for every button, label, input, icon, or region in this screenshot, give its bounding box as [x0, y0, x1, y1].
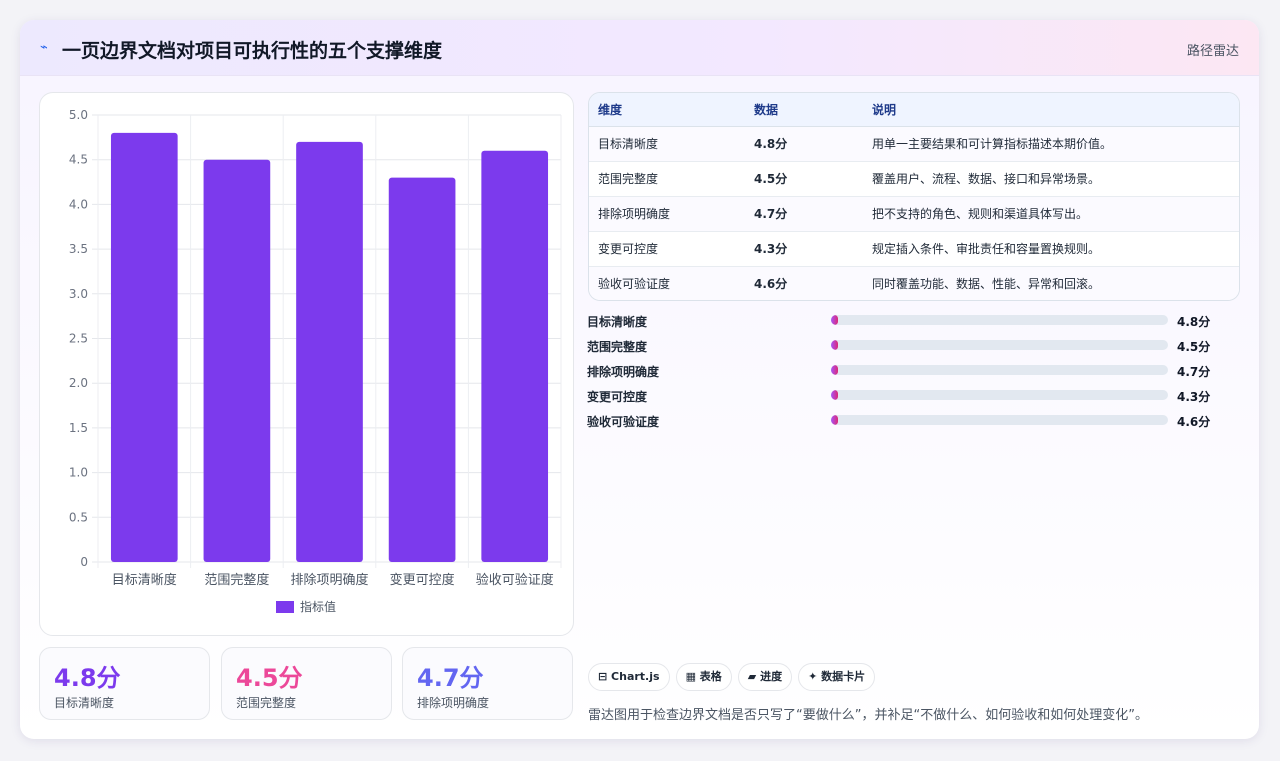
column-header: 维度 [589, 93, 745, 127]
bar [481, 150, 549, 562]
table-cell: 范围完整度 [589, 161, 745, 197]
table-row: 范围完整度 4.5分 覆盖用户、流程、数据、接口和异常场景。 [589, 161, 1239, 197]
progress-track [831, 390, 1168, 400]
table-cell: 规定插入条件、审批责任和容量置换规则。 [863, 231, 1239, 267]
x-tick-label: 目标清晰度 [112, 572, 177, 588]
x-tick-label: 排除项明确度 [290, 572, 368, 588]
progress-label: 验收可验证度 [587, 415, 660, 429]
table-cell: 同时覆盖功能、数据、性能、异常和回滚。 [863, 266, 1239, 300]
table-cell: 验收可验证度 [589, 266, 745, 300]
metric-value: 4.5分 [236, 664, 303, 692]
progress-row: 变更可控度 4.3分 [587, 387, 1247, 412]
progress-label: 范围完整度 [587, 340, 648, 354]
page-title: 一页边界文档对项目可执行性的五个支撑维度 [62, 40, 443, 62]
metric-label: 范围完整度 [236, 696, 297, 710]
column-header: 说明 [863, 93, 1239, 127]
chip-progress[interactable]: ▰ 进度 [737, 663, 793, 691]
chip-chartjs[interactable]: ⊟ Chart.js [588, 663, 670, 691]
footnote: 雷达图用于检查边界文档是否只写了“要做什么”，并补足“不做什么、如何验收和如何处… [588, 708, 1148, 723]
progress-track [831, 415, 1168, 425]
metric-value: 4.7分 [417, 664, 484, 692]
table-cell: 变更可控度 [589, 231, 745, 267]
table-row: 排除项明确度 4.7分 把不支持的角色、规则和渠道具体写出。 [589, 196, 1239, 232]
progress-fill [831, 365, 838, 375]
table-cell: 把不支持的角色、规则和渠道具体写出。 [863, 196, 1239, 232]
bar-chart-panel: 0 0.5 1.0 1.5 2.0 2.5 3.0 3.5 4.0 4.5 5.0 目标清晰度 范围完整… [39, 92, 574, 636]
progress-list: 目标清晰度 4.8分 范围完整度 4.5分 排除项明确度 4.7分 变更可控度 … [587, 312, 1247, 437]
progress-fill [831, 315, 838, 325]
bar-chart: 0 0.5 1.0 1.5 2.0 2.5 3.0 3.5 4.0 4.5 5.0 目标清晰度 范围完整… [69, 108, 562, 614]
progress-value: 4.5分 [1177, 340, 1211, 354]
header-bar: ⌁ 一页边界文档对项目可执行性的五个支撑维度 路径雷达 [20, 20, 1259, 76]
y-tick-label: 5.0 [69, 108, 88, 122]
table-cell: 4.6分 [745, 266, 863, 300]
table-cell: 目标清晰度 [589, 126, 745, 162]
y-tick-label: 1.5 [69, 421, 88, 435]
metric-label: 目标清晰度 [54, 696, 115, 710]
metric-value: 4.8分 [54, 664, 121, 692]
progress-value: 4.7分 [1177, 365, 1211, 379]
progress-track [831, 315, 1168, 325]
y-tick-label: 4.0 [69, 197, 88, 211]
table-cell: 4.8分 [745, 126, 863, 162]
bar [203, 159, 271, 562]
table-header-row: 维度 数据 说明 [589, 93, 1239, 127]
progress-label: 排除项明确度 [587, 365, 660, 379]
bar [388, 177, 456, 562]
progress-value: 4.6分 [1177, 415, 1211, 429]
table-row: 验收可验证度 4.6分 同时覆盖功能、数据、性能、异常和回滚。 [589, 266, 1239, 300]
y-tick-label: 2.5 [69, 332, 88, 346]
y-tick-label: 2.0 [69, 376, 88, 390]
bar [110, 132, 178, 562]
table-row: 目标清晰度 4.8分 用单一主要结果和可计算指标描述本期价值。 [589, 126, 1239, 162]
x-tick-label: 变更可控度 [390, 572, 455, 588]
chip-table[interactable]: ▦ 表格 [675, 663, 732, 691]
y-tick-label: 0 [80, 555, 88, 569]
metric-card-scope: 4.5分 范围完整度 [221, 647, 392, 720]
progress-fill [831, 340, 838, 350]
header-tag: 路径雷达 [1186, 44, 1239, 59]
chip-data-cards[interactable]: ✦ 数据卡片 [798, 663, 876, 691]
table-cell: 用单一主要结果和可计算指标描述本期价值。 [863, 126, 1239, 162]
data-table: 维度 数据 说明 目标清晰度 4.8分 用单一主要结果和可计算指标描述本期价值。… [588, 92, 1240, 301]
table-cell: 覆盖用户、流程、数据、接口和异常场景。 [863, 161, 1239, 197]
legend-swatch [276, 601, 294, 613]
feature-chips: ⊟ Chart.js ▦ 表格 ▰ 进度 ✦ 数据卡片 [588, 663, 881, 691]
y-tick-label: 3.0 [69, 287, 88, 301]
progress-fill [831, 415, 838, 425]
legend-label: 指标值 [300, 599, 336, 614]
pulse-icon: ⌁ [40, 40, 48, 55]
y-tick-label: 1.0 [69, 466, 88, 480]
progress-row: 范围完整度 4.5分 [587, 337, 1247, 362]
table-cell: 4.3分 [745, 231, 863, 267]
report-card: ⌁ 一页边界文档对项目可执行性的五个支撑维度 路径雷达 0 0.5 1.0 1.5 2.… [20, 20, 1259, 739]
progress-value: 4.8分 [1177, 315, 1211, 329]
table-cell: 4.5分 [745, 161, 863, 197]
table-cell: 排除项明确度 [589, 196, 745, 232]
y-tick-label: 3.5 [69, 242, 88, 256]
table-row: 变更可控度 4.3分 规定插入条件、审批责任和容量置换规则。 [589, 231, 1239, 267]
progress-track [831, 340, 1168, 350]
column-header: 数据 [745, 93, 863, 127]
progress-label: 目标清晰度 [587, 315, 648, 329]
bar [296, 141, 363, 562]
y-tick-label: 0.5 [69, 510, 88, 524]
x-tick-label: 范围完整度 [204, 572, 269, 588]
progress-track [831, 365, 1168, 375]
progress-row: 目标清晰度 4.8分 [587, 312, 1247, 337]
table-cell: 4.7分 [745, 196, 863, 232]
progress-label: 变更可控度 [587, 390, 648, 404]
metric-label: 排除项明确度 [417, 696, 490, 710]
progress-fill [831, 390, 838, 400]
x-tick-label: 验收可验证度 [476, 572, 554, 588]
metric-card-goal: 4.8分 目标清晰度 [39, 647, 210, 720]
y-tick-label: 4.5 [69, 153, 88, 167]
progress-row: 排除项明确度 4.7分 [587, 362, 1247, 387]
progress-row: 验收可验证度 4.6分 [587, 412, 1247, 437]
progress-value: 4.3分 [1177, 390, 1211, 404]
metric-card-exclusion: 4.7分 排除项明确度 [402, 647, 573, 720]
